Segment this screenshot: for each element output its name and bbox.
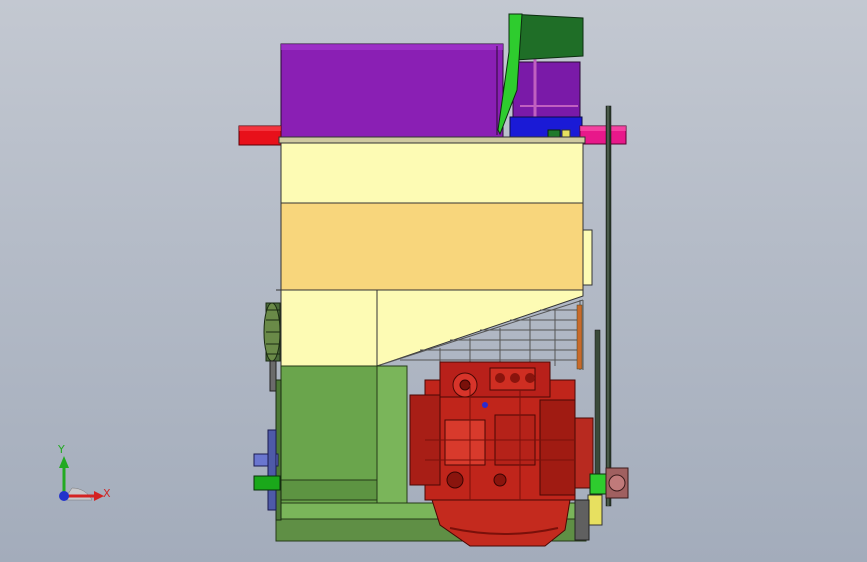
cad-viewport[interactable]: X Y	[0, 0, 867, 562]
engine[interactable]	[409, 361, 594, 547]
axis-triad: X Y	[57, 443, 111, 501]
upper-housing[interactable]	[280, 142, 584, 204]
support-rod[interactable]	[594, 105, 612, 507]
orange-rail	[576, 304, 583, 370]
pulley-shaft	[269, 360, 277, 392]
right-shaft[interactable]	[579, 125, 627, 145]
lower-housing[interactable]	[276, 289, 584, 367]
left-coupling[interactable]	[253, 429, 281, 511]
middle-housing[interactable]	[280, 202, 593, 291]
x-axis-label: X	[103, 487, 111, 500]
y-axis-label: Y	[57, 443, 65, 456]
left-sprocket[interactable]	[263, 302, 281, 362]
left-shaft[interactable]	[238, 125, 282, 146]
divider-plate	[278, 136, 586, 144]
